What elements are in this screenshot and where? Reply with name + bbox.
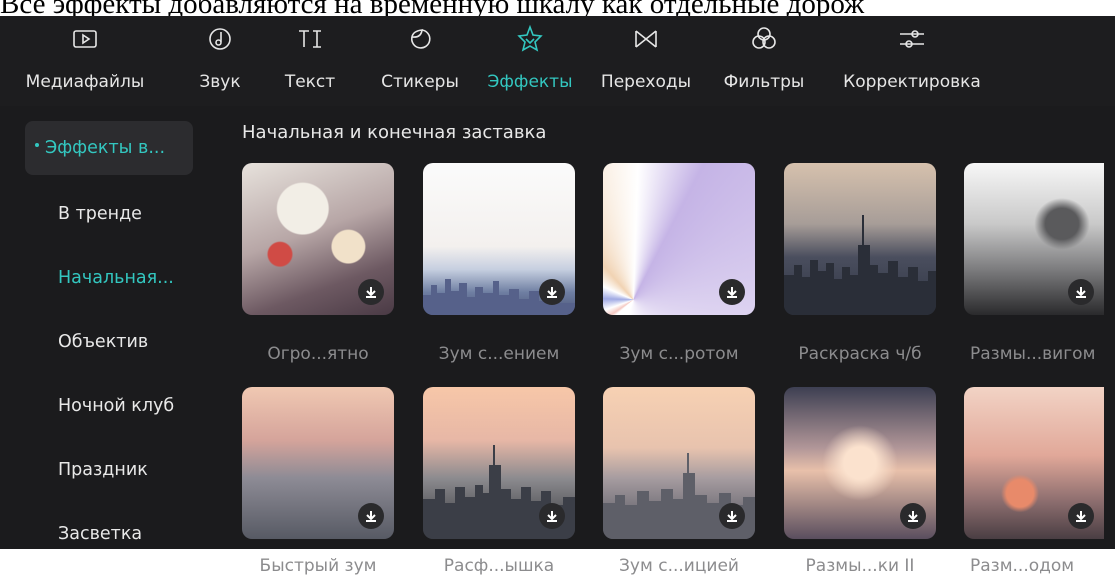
text-icon xyxy=(299,30,321,48)
download-icon[interactable] xyxy=(358,279,384,305)
sidebar-item-trending[interactable]: В тренде xyxy=(25,187,193,241)
sidebar-item-label: Начальная... xyxy=(58,268,174,288)
effect-card-label: Размы...ки II xyxy=(805,556,915,576)
effect-card[interactable] xyxy=(423,387,575,539)
music-note-icon xyxy=(209,28,231,50)
effect-card-label: Размы...вигом xyxy=(970,344,1096,364)
download-icon[interactable] xyxy=(358,503,384,529)
download-icon[interactable] xyxy=(719,279,745,305)
tab-transitions-label: Переходы xyxy=(600,72,692,92)
tab-adjust[interactable]: Корректировка xyxy=(822,22,1002,102)
effect-card[interactable] xyxy=(784,163,936,315)
tab-stickers[interactable]: Стикеры xyxy=(370,22,470,102)
sidebar-item-label: Объектив xyxy=(58,332,149,352)
effect-card[interactable] xyxy=(964,387,1104,539)
sticker-icon xyxy=(411,29,431,49)
tab-text-label: Текст xyxy=(284,72,336,92)
tab-transitions[interactable]: Переходы xyxy=(590,22,702,102)
media-icon xyxy=(73,30,97,48)
effects-star-icon xyxy=(517,24,543,52)
effects-panel: Медиафайлы Звук Текст Стикеры Эффекты Пе… xyxy=(0,16,1115,576)
sidebar-item-nightclub[interactable]: Ночной клуб xyxy=(25,379,193,433)
top-toolbar: Медиафайлы Звук Текст Стикеры Эффекты Пе… xyxy=(0,16,1115,106)
sidebar-item-flare[interactable]: Засветка xyxy=(25,507,193,561)
tab-effects[interactable]: Эффекты xyxy=(478,22,582,102)
sidebar-item-lens[interactable]: Объектив xyxy=(25,315,193,369)
tab-media-label: Медиафайлы xyxy=(25,72,145,92)
effect-card-label: Зум с...ицией xyxy=(619,556,739,576)
download-icon[interactable] xyxy=(539,279,565,305)
tab-media[interactable]: Медиафайлы xyxy=(10,22,160,102)
sidebar-item-label: Праздник xyxy=(58,460,148,480)
effect-card-label: Зум с...ротом xyxy=(619,344,739,364)
effect-card[interactable] xyxy=(784,387,936,539)
sidebar-item-effects-video[interactable]: Эффекты в... xyxy=(25,121,193,175)
adjust-icon xyxy=(900,30,924,48)
tab-filters-label: Фильтры xyxy=(723,72,805,92)
effect-card[interactable] xyxy=(242,387,394,539)
tab-stickers-label: Стикеры xyxy=(381,72,459,92)
effect-card[interactable] xyxy=(964,163,1104,315)
effect-card[interactable] xyxy=(603,163,755,315)
effect-card[interactable] xyxy=(603,387,755,539)
effect-card-label: Раскраска ч/б xyxy=(798,344,922,364)
download-icon[interactable] xyxy=(719,503,745,529)
tab-audio-label: Звук xyxy=(199,72,241,92)
effect-card[interactable] xyxy=(242,163,394,315)
tab-filters[interactable]: Фильтры xyxy=(712,22,816,102)
sidebar-item-label: Ночной клуб xyxy=(58,396,175,416)
effect-card-label: Зум с...ением xyxy=(438,344,560,364)
effect-card-label: Огро...ятно xyxy=(267,344,369,364)
effect-card-label: Разм...одом xyxy=(970,556,1075,576)
bullet-dot-icon xyxy=(35,143,39,147)
sidebar-item-label: В тренде xyxy=(58,204,142,224)
category-sidebar: Эффекты в... В тренде Начальная... Объек… xyxy=(0,106,218,549)
effect-card[interactable] xyxy=(423,163,575,315)
tab-audio[interactable]: Звук xyxy=(185,22,255,102)
sidebar-item-intro[interactable]: Начальная... xyxy=(25,251,193,305)
effect-card-label: Расф...ышка xyxy=(443,556,555,576)
effect-card-label: Быстрый зум xyxy=(259,556,377,576)
sidebar-item-label: Засветка xyxy=(58,524,143,544)
sidebar-item-label: Эффекты в... xyxy=(45,138,166,158)
filter-icon xyxy=(752,27,776,49)
download-icon[interactable] xyxy=(900,503,926,529)
download-icon[interactable] xyxy=(1068,503,1094,529)
download-icon[interactable] xyxy=(539,503,565,529)
section-title: Начальная и конечная заставка xyxy=(242,122,547,143)
tab-text[interactable]: Текст xyxy=(275,22,345,102)
tab-effects-label: Эффекты xyxy=(487,72,573,92)
tab-adjust-label: Корректировка xyxy=(843,72,981,92)
transition-icon xyxy=(635,30,657,48)
download-icon[interactable] xyxy=(1068,279,1094,305)
effects-grid: Начальная и конечная заставка Огро...ятн… xyxy=(218,106,1115,576)
sidebar-item-holiday[interactable]: Праздник xyxy=(25,443,193,497)
